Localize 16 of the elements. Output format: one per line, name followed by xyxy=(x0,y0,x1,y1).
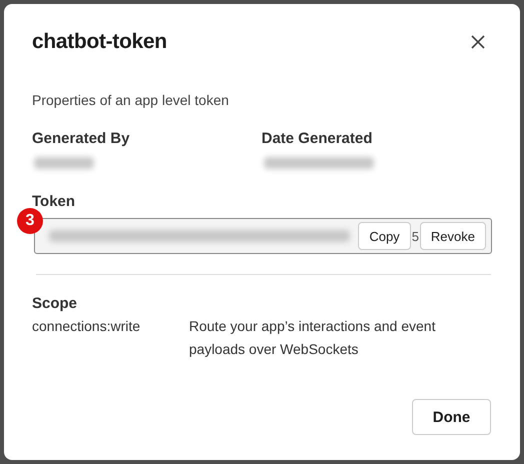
close-icon[interactable] xyxy=(470,34,486,50)
field-label: Generated By xyxy=(32,130,131,147)
copy-button[interactable]: Copy xyxy=(358,222,411,250)
field-label: Date Generated xyxy=(262,130,374,147)
redacted-text xyxy=(34,157,94,169)
revoke-button[interactable]: Revoke xyxy=(420,222,486,250)
token-text: 5 xyxy=(412,228,419,244)
dialog-subtitle: Properties of an app level token xyxy=(32,92,230,108)
token-field[interactable]: Copy 5 Revoke xyxy=(34,218,492,254)
scope-description: Route your app’s interactions and event payloads over WebSockets xyxy=(189,317,436,359)
field-label: Token xyxy=(32,193,76,210)
scope-name: connections:write xyxy=(32,318,142,336)
section-label: Scope xyxy=(32,295,78,312)
done-button[interactable]: Done xyxy=(412,399,491,435)
dialog-title: chatbot-token xyxy=(32,30,167,54)
number-badge: 3 xyxy=(17,208,43,234)
